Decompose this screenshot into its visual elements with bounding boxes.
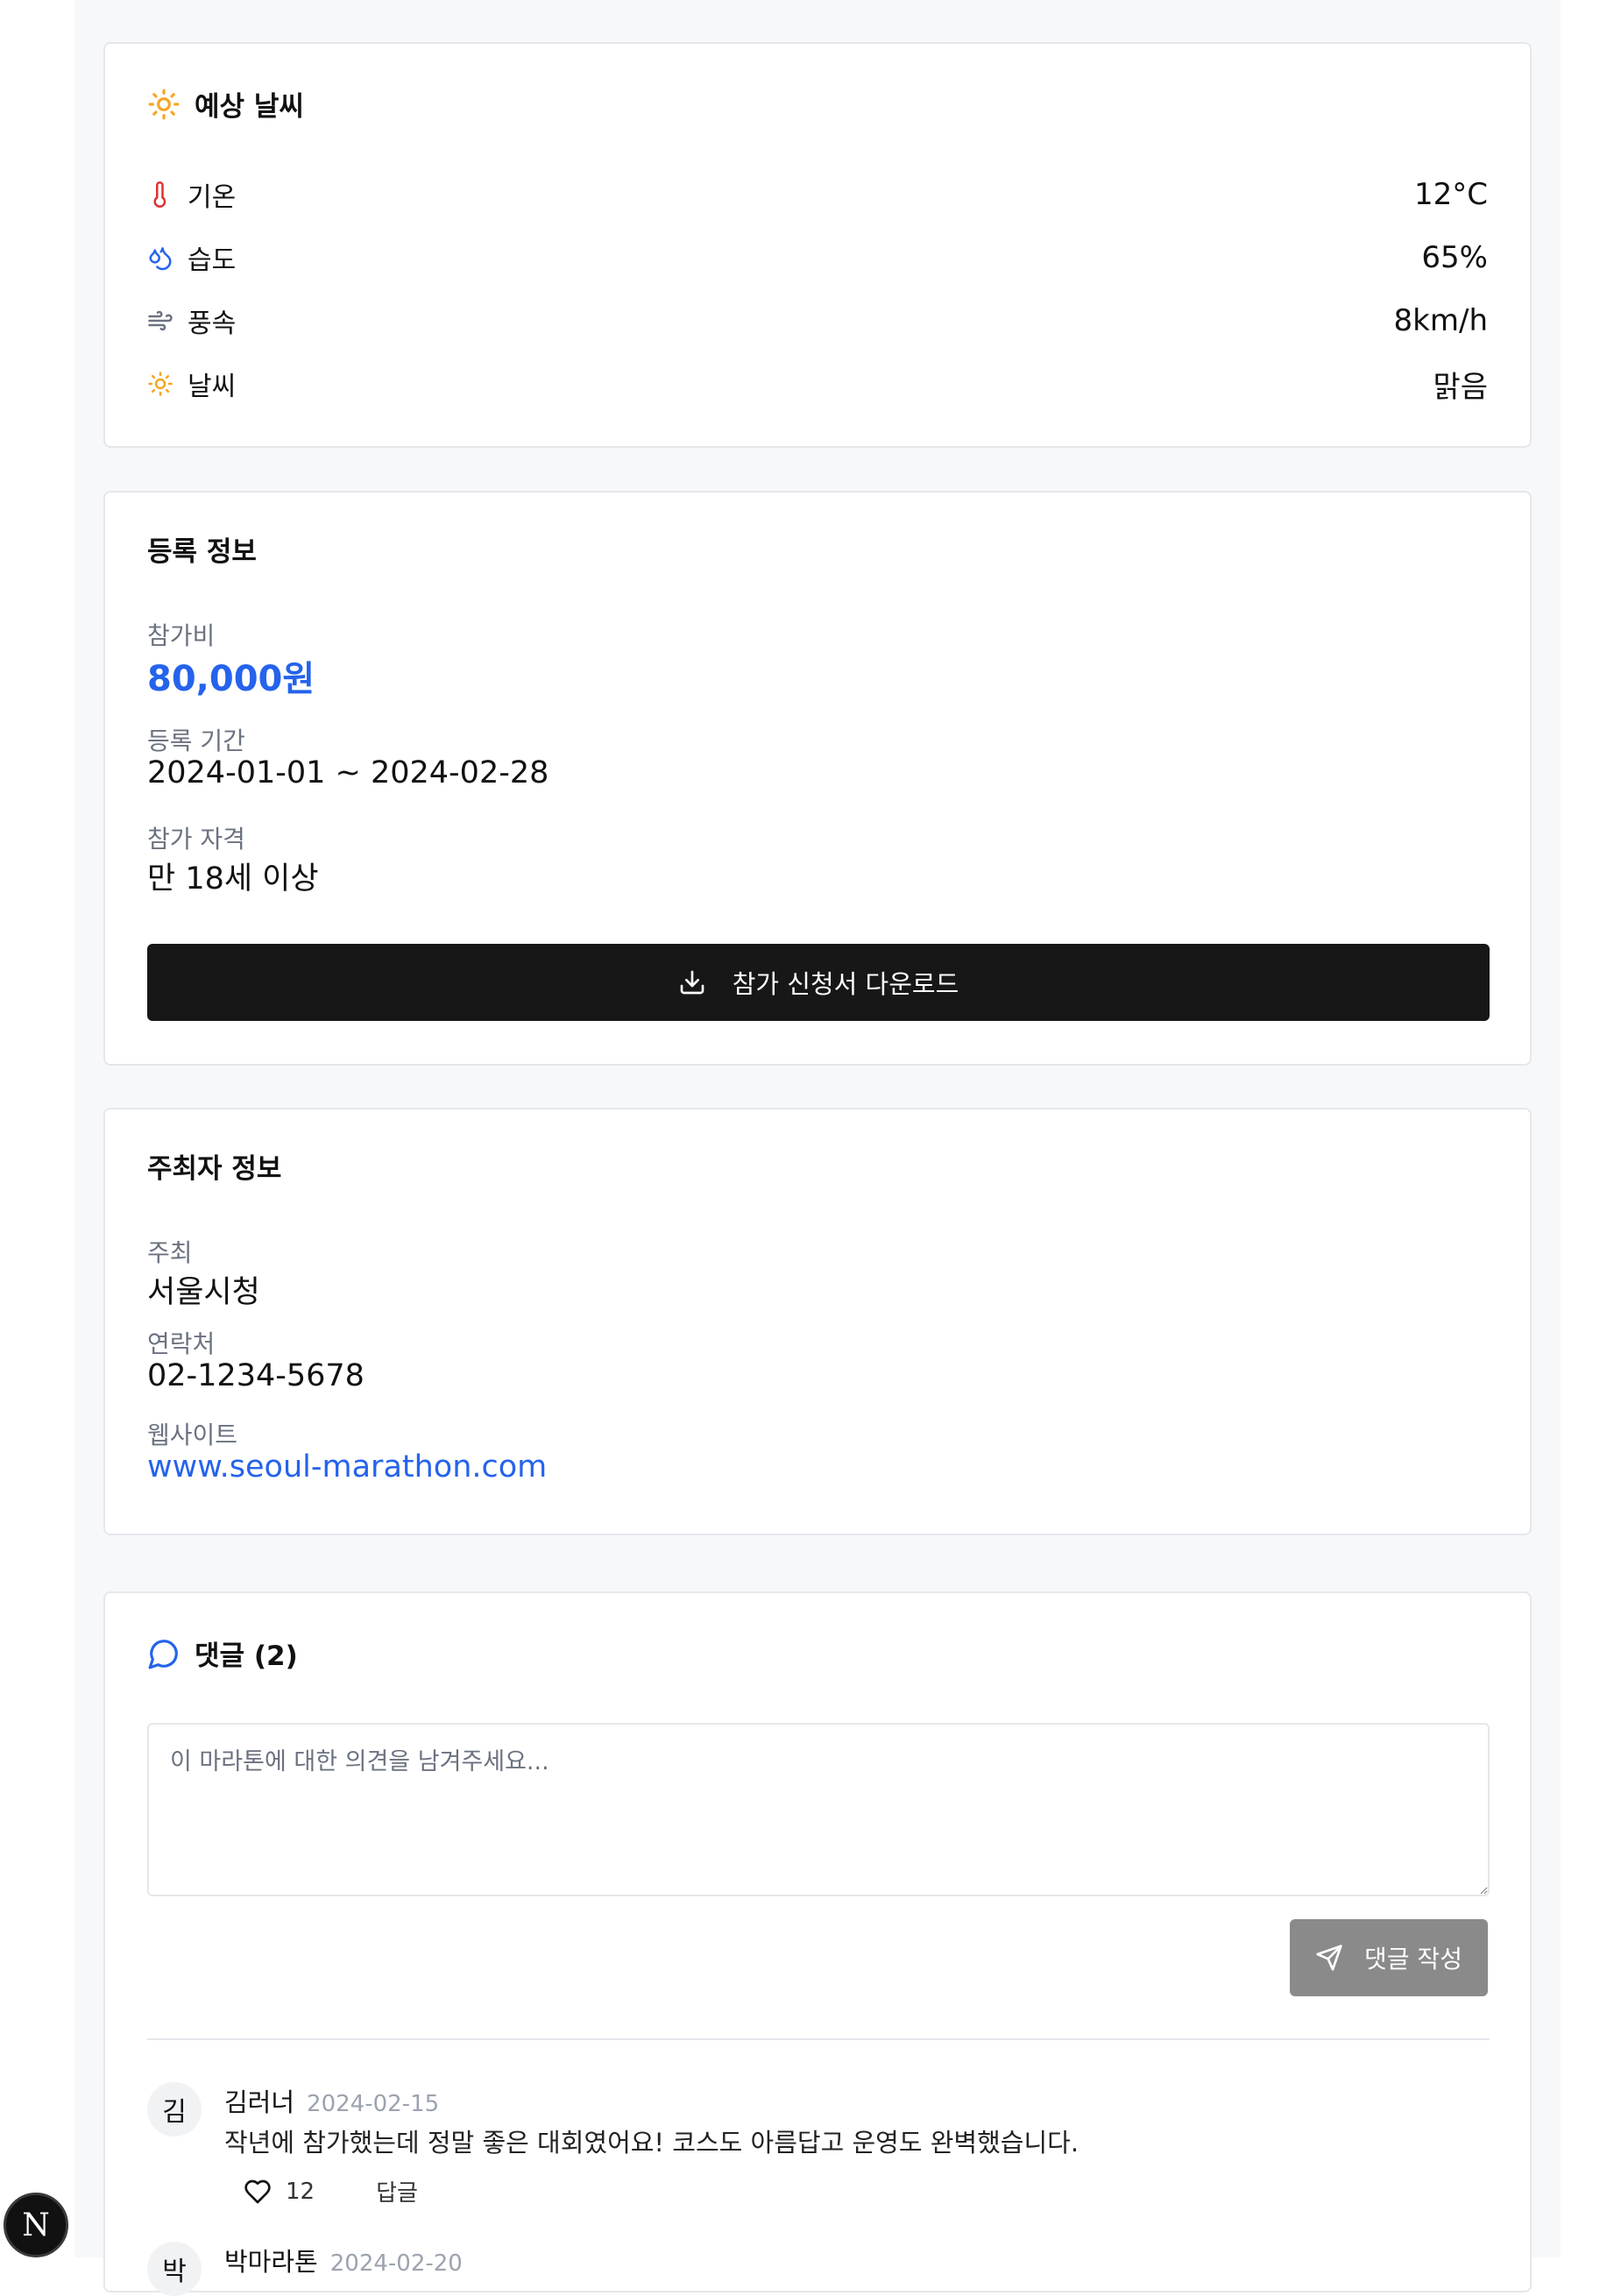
weather-row-temperature: 기온 12°C	[147, 174, 1488, 216]
comment-item: 김 김러너 2024-02-15 작년에 참가했는데 정말 좋은 대회였어요! 코…	[147, 2082, 1490, 2207]
contact-label: 연락처	[147, 1329, 216, 1358]
wind-value: 8km/h	[1393, 303, 1488, 338]
heart-icon[interactable]	[244, 2178, 272, 2206]
wind-label: 풍속	[188, 308, 237, 339]
comment-actions: 12 답글	[244, 2175, 418, 2207]
period-value: 2024-01-01 ~ 2024-02-28	[147, 755, 549, 790]
registration-title: 등록 정보	[147, 536, 257, 568]
website-link[interactable]: www.seoul-marathon.com	[147, 1449, 547, 1485]
eligibility-value: 만 18세 이상	[147, 861, 319, 896]
weather-row-condition: 날씨 맑음	[147, 363, 1488, 405]
comments-card: 댓글 (2) 댓글 작성 김 김러너 2024-02-15 작년에 참가했는데 정…	[103, 1591, 1532, 2296]
comment-author: 박마라톤	[224, 2247, 318, 2277]
comment-date: 2024-02-15	[307, 2091, 440, 2117]
temperature-label: 기온	[188, 182, 237, 213]
avatar: 박	[147, 2242, 202, 2296]
comment-date: 2024-02-20	[329, 2250, 463, 2277]
fee-label: 참가비	[147, 621, 216, 650]
submit-comment-button[interactable]: 댓글 작성	[1290, 1919, 1488, 1996]
host-value: 서울시청	[147, 1275, 260, 1310]
weather-title: 예상 날씨	[195, 91, 304, 123]
download-label: 참가 신청서 다운로드	[732, 969, 959, 999]
next-dev-badge[interactable]: N	[4, 2193, 68, 2257]
organizer-title: 주최자 정보	[147, 1153, 282, 1185]
weather-row-wind: 풍속 8km/h	[147, 300, 1488, 342]
send-icon	[1315, 1944, 1343, 1972]
sun-icon	[147, 88, 181, 121]
comments-title: 댓글 (2)	[195, 1641, 298, 1672]
condition-label: 날씨	[188, 372, 237, 402]
registration-card: 등록 정보 참가비 80,000원 등록 기간 2024-01-01 ~ 202…	[103, 491, 1532, 1066]
website-label: 웹사이트	[147, 1421, 238, 1449]
comment-meta: 박마라톤 2024-02-20	[224, 2242, 463, 2278]
content-column: 예상 날씨 기온 12°C 습도 65% 풍속 8km/h 날씨 맑음 등록 정…	[74, 0, 1561, 2296]
thermometer-icon	[147, 181, 173, 208]
eligibility-label: 참가 자격	[147, 825, 245, 854]
comments-divider	[147, 2038, 1490, 2040]
fee-value: 80,000원	[147, 659, 315, 699]
contact-value: 02-1234-5678	[147, 1358, 365, 1393]
avatar: 김	[147, 2082, 202, 2137]
comment-item: 박 박마라톤 2024-02-20	[147, 2242, 1490, 2296]
condition-value: 맑음	[1433, 369, 1488, 405]
humidity-label: 습도	[188, 245, 237, 276]
submit-label: 댓글 작성	[1364, 1945, 1462, 1974]
weather-card-header: 예상 날씨	[147, 84, 304, 124]
droplets-icon	[147, 244, 173, 271]
comment-input[interactable]	[147, 1723, 1490, 1896]
temperature-value: 12°C	[1413, 177, 1488, 212]
sun-icon	[147, 371, 173, 397]
comment-text: 작년에 참가했는데 정말 좋은 대회였어요! 코스도 아름답고 운영도 완벽했습…	[224, 2128, 1080, 2158]
message-circle-icon	[147, 1637, 181, 1670]
wind-icon	[147, 308, 173, 334]
weather-card: 예상 날씨 기온 12°C 습도 65% 풍속 8km/h 날씨 맑음	[103, 42, 1532, 448]
like-count: 12	[286, 2178, 315, 2205]
reply-button[interactable]: 답글	[376, 2175, 418, 2207]
download-icon	[678, 968, 706, 996]
organizer-card: 주최자 정보 주최 서울시청 연락처 02-1234-5678 웹사이트 www…	[103, 1108, 1532, 1535]
period-label: 등록 기간	[147, 726, 245, 755]
comments-header: 댓글 (2)	[147, 1633, 298, 1673]
weather-row-humidity: 습도 65%	[147, 237, 1488, 279]
download-application-button[interactable]: 참가 신청서 다운로드	[147, 944, 1490, 1021]
humidity-value: 65%	[1421, 240, 1488, 275]
comment-author: 김러너	[224, 2087, 295, 2117]
comment-meta: 김러너 2024-02-15	[224, 2082, 439, 2119]
host-label: 주최	[147, 1238, 193, 1267]
